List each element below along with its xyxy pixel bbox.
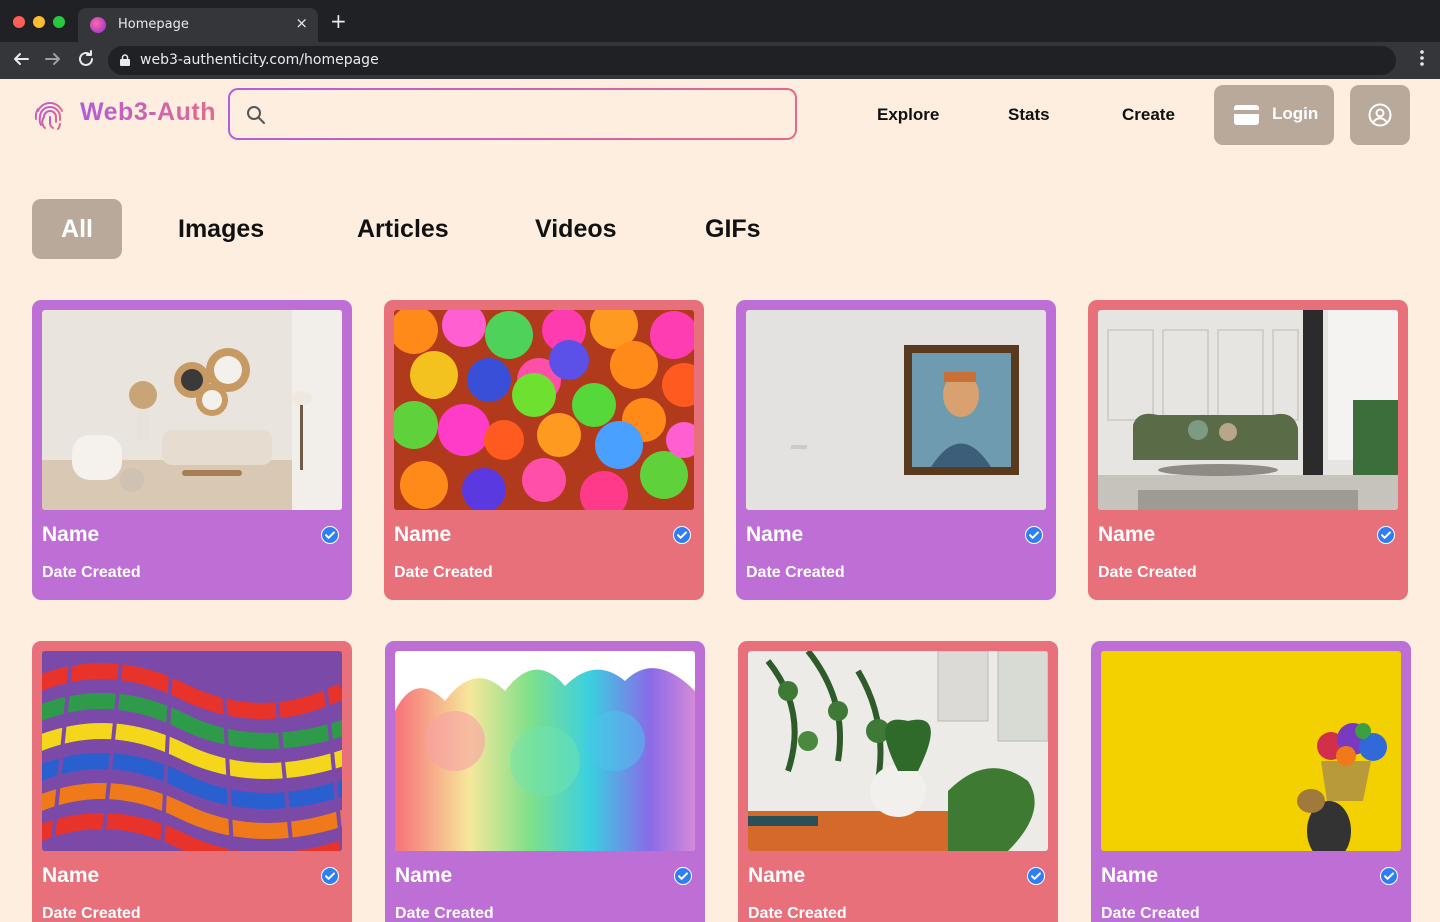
user-avatar-icon (1368, 103, 1392, 127)
card-name: Name (1098, 523, 1156, 546)
content-card[interactable]: Name Date Created (738, 641, 1058, 922)
rainbow-smoke-photo[interactable] (395, 651, 695, 851)
tab-title: Homepage (118, 17, 189, 32)
card-name: Name (1101, 864, 1159, 887)
fingerprint-logo-icon[interactable] (32, 97, 68, 133)
login-label: Login (1272, 104, 1319, 123)
search-bar[interactable] (228, 88, 797, 140)
card-date: Date Created (748, 905, 847, 922)
verified-badge-icon (321, 867, 339, 885)
nav-stats[interactable]: Stats (1008, 105, 1050, 125)
browser-menu-icon[interactable] (1420, 50, 1424, 66)
back-arrow-icon[interactable] (12, 50, 30, 68)
verified-badge-icon (1377, 526, 1395, 544)
minimize-window-button[interactable] (33, 16, 45, 28)
browser-toolbar: web3-authenticity.com/homepage (0, 42, 1440, 79)
wallet-icon (1234, 105, 1259, 125)
filter-tab-gifs[interactable]: GIFs (705, 199, 761, 259)
content-card[interactable]: Name Date Created (1091, 641, 1411, 922)
profile-button[interactable] (1350, 85, 1410, 145)
lock-icon (120, 54, 130, 66)
card-date: Date Created (1098, 564, 1197, 581)
reload-icon[interactable] (77, 50, 95, 68)
card-date: Date Created (746, 564, 845, 581)
content-card[interactable]: Name Date Created (736, 300, 1056, 600)
favicon-icon (90, 17, 106, 33)
tab-close-icon[interactable]: × (295, 14, 308, 32)
filter-tab-all[interactable]: All (32, 199, 122, 259)
address-bar[interactable]: web3-authenticity.com/homepage (108, 46, 1396, 75)
content-card[interactable]: Name Date Created (384, 300, 704, 600)
verified-badge-icon (1380, 867, 1398, 885)
verified-badge-icon (673, 526, 691, 544)
filter-tab-videos[interactable]: Videos (535, 199, 617, 259)
yellow-wall-basket-photo[interactable] (1101, 651, 1401, 851)
url-text: web3-authenticity.com/homepage (140, 52, 379, 68)
card-name: Name (395, 864, 453, 887)
forward-arrow-icon[interactable] (44, 50, 62, 68)
card-name: Name (42, 864, 100, 887)
colorful-balls-photo[interactable] (394, 310, 694, 510)
content-card[interactable]: Name Date Created (385, 641, 705, 922)
maximize-window-button[interactable] (53, 16, 65, 28)
content-card[interactable]: Name Date Created (32, 641, 352, 922)
content-card[interactable]: Name Date Created (32, 300, 352, 600)
content-card[interactable]: Name Date Created (1088, 300, 1408, 600)
card-name: Name (42, 523, 100, 546)
card-name: Name (746, 523, 804, 546)
plants-shelf-photo[interactable] (748, 651, 1048, 851)
verified-badge-icon (674, 867, 692, 885)
card-date: Date Created (395, 905, 494, 922)
living-room-photo[interactable] (42, 310, 342, 510)
card-date: Date Created (1101, 905, 1200, 922)
filter-tab-images[interactable]: Images (178, 199, 264, 259)
green-sofa-photo[interactable] (1098, 310, 1398, 510)
van-gogh-painting-photo[interactable] (746, 310, 1046, 510)
login-button[interactable]: Login (1214, 85, 1334, 145)
card-name: Name (394, 523, 452, 546)
abstract-mosaic-photo[interactable] (42, 651, 342, 851)
browser-tab[interactable]: Homepage × (78, 8, 318, 42)
nav-create[interactable]: Create (1122, 105, 1175, 125)
close-window-button[interactable] (13, 16, 25, 28)
card-date: Date Created (42, 905, 141, 922)
verified-badge-icon (321, 526, 339, 544)
search-icon (247, 106, 265, 124)
logo-text[interactable]: Web3-Auth (80, 98, 216, 127)
verified-badge-icon (1027, 867, 1045, 885)
filter-tab-articles[interactable]: Articles (357, 199, 449, 259)
card-date: Date Created (42, 564, 141, 581)
search-input[interactable] (276, 90, 776, 138)
card-date: Date Created (394, 564, 493, 581)
card-name: Name (748, 864, 806, 887)
new-tab-button[interactable]: + (330, 11, 347, 31)
verified-badge-icon (1025, 526, 1043, 544)
nav-explore[interactable]: Explore (877, 105, 939, 125)
browser-tab-strip: Homepage × + (0, 0, 1440, 42)
